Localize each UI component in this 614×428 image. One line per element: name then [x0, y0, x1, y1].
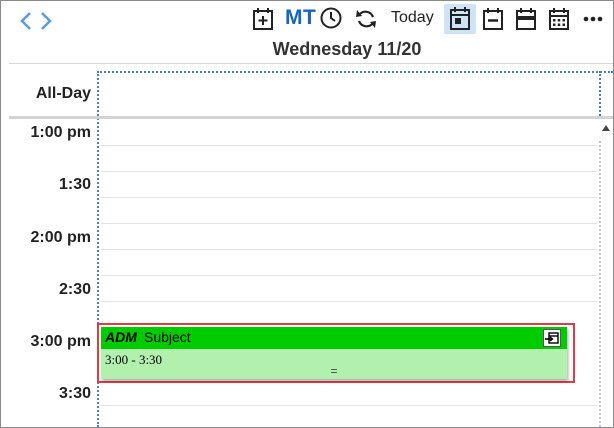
- day-column-top-border: [97, 71, 613, 73]
- refresh-icon: [356, 10, 376, 28]
- time-zone-button[interactable]: [319, 6, 343, 30]
- half-hour-gridline: [101, 197, 597, 198]
- day-column-right-border: [599, 71, 601, 119]
- half-hour-gridline: [101, 301, 597, 302]
- header-divider: [9, 63, 613, 64]
- half-hour-gridline: [101, 275, 597, 276]
- add-event-icon: [253, 8, 273, 30]
- day-column-right-border-lower: [599, 141, 601, 427]
- scroll-up-arrow[interactable]: [602, 125, 610, 131]
- workweek-view-icon: [516, 8, 536, 30]
- today-button[interactable]: Today: [391, 9, 434, 27]
- week-view-icon: [483, 8, 503, 30]
- time-label: 2:00 pm: [30, 229, 91, 246]
- half-hour-gridline: [101, 405, 597, 406]
- half-hour-gridline: [101, 145, 597, 146]
- open-event-button[interactable]: [543, 329, 561, 347]
- day-view-button[interactable]: [444, 4, 476, 34]
- day-view-icon: [450, 7, 470, 30]
- date-title: Wednesday 11/20: [272, 39, 422, 59]
- half-hour-gridline: [101, 171, 597, 172]
- calendar-window: MT Today Wednesday 11/20 All-Day 1:00 pm…: [0, 0, 614, 428]
- workweek-view-button[interactable]: [514, 7, 538, 31]
- time-label: 1:30: [58, 176, 91, 193]
- event-header: ADM Subject: [101, 327, 567, 349]
- event-card[interactable]: ADM Subject 3:00 - 3:30 =: [101, 327, 567, 379]
- event-edge-bar: [564, 327, 567, 349]
- refresh-button[interactable]: [354, 7, 378, 31]
- add-event-button[interactable]: [251, 7, 275, 31]
- time-label: 2:30: [58, 281, 91, 298]
- open-event-icon: [545, 332, 559, 344]
- mt-label[interactable]: MT: [285, 6, 316, 30]
- time-label: 1:00 pm: [30, 124, 91, 141]
- event-subject: Subject: [144, 329, 191, 345]
- more-button[interactable]: [581, 7, 605, 31]
- week-view-button[interactable]: [481, 7, 505, 31]
- half-hour-gridline: [101, 249, 597, 250]
- chevron-right-icon: [41, 12, 52, 30]
- month-view-button[interactable]: [547, 7, 571, 31]
- clock-icon: [320, 7, 342, 29]
- time-label: 3:00 pm: [30, 333, 91, 350]
- event-resize-handle[interactable]: =: [101, 364, 567, 378]
- more-icon: [583, 16, 603, 22]
- event-category: ADM: [105, 329, 137, 345]
- next-day-button[interactable]: [34, 9, 56, 33]
- half-hour-gridline: [101, 223, 597, 224]
- time-label: 3:30: [58, 385, 91, 402]
- all-day-divider: [9, 116, 613, 119]
- all-day-label: All-Day: [35, 85, 91, 102]
- month-view-icon: [549, 8, 569, 30]
